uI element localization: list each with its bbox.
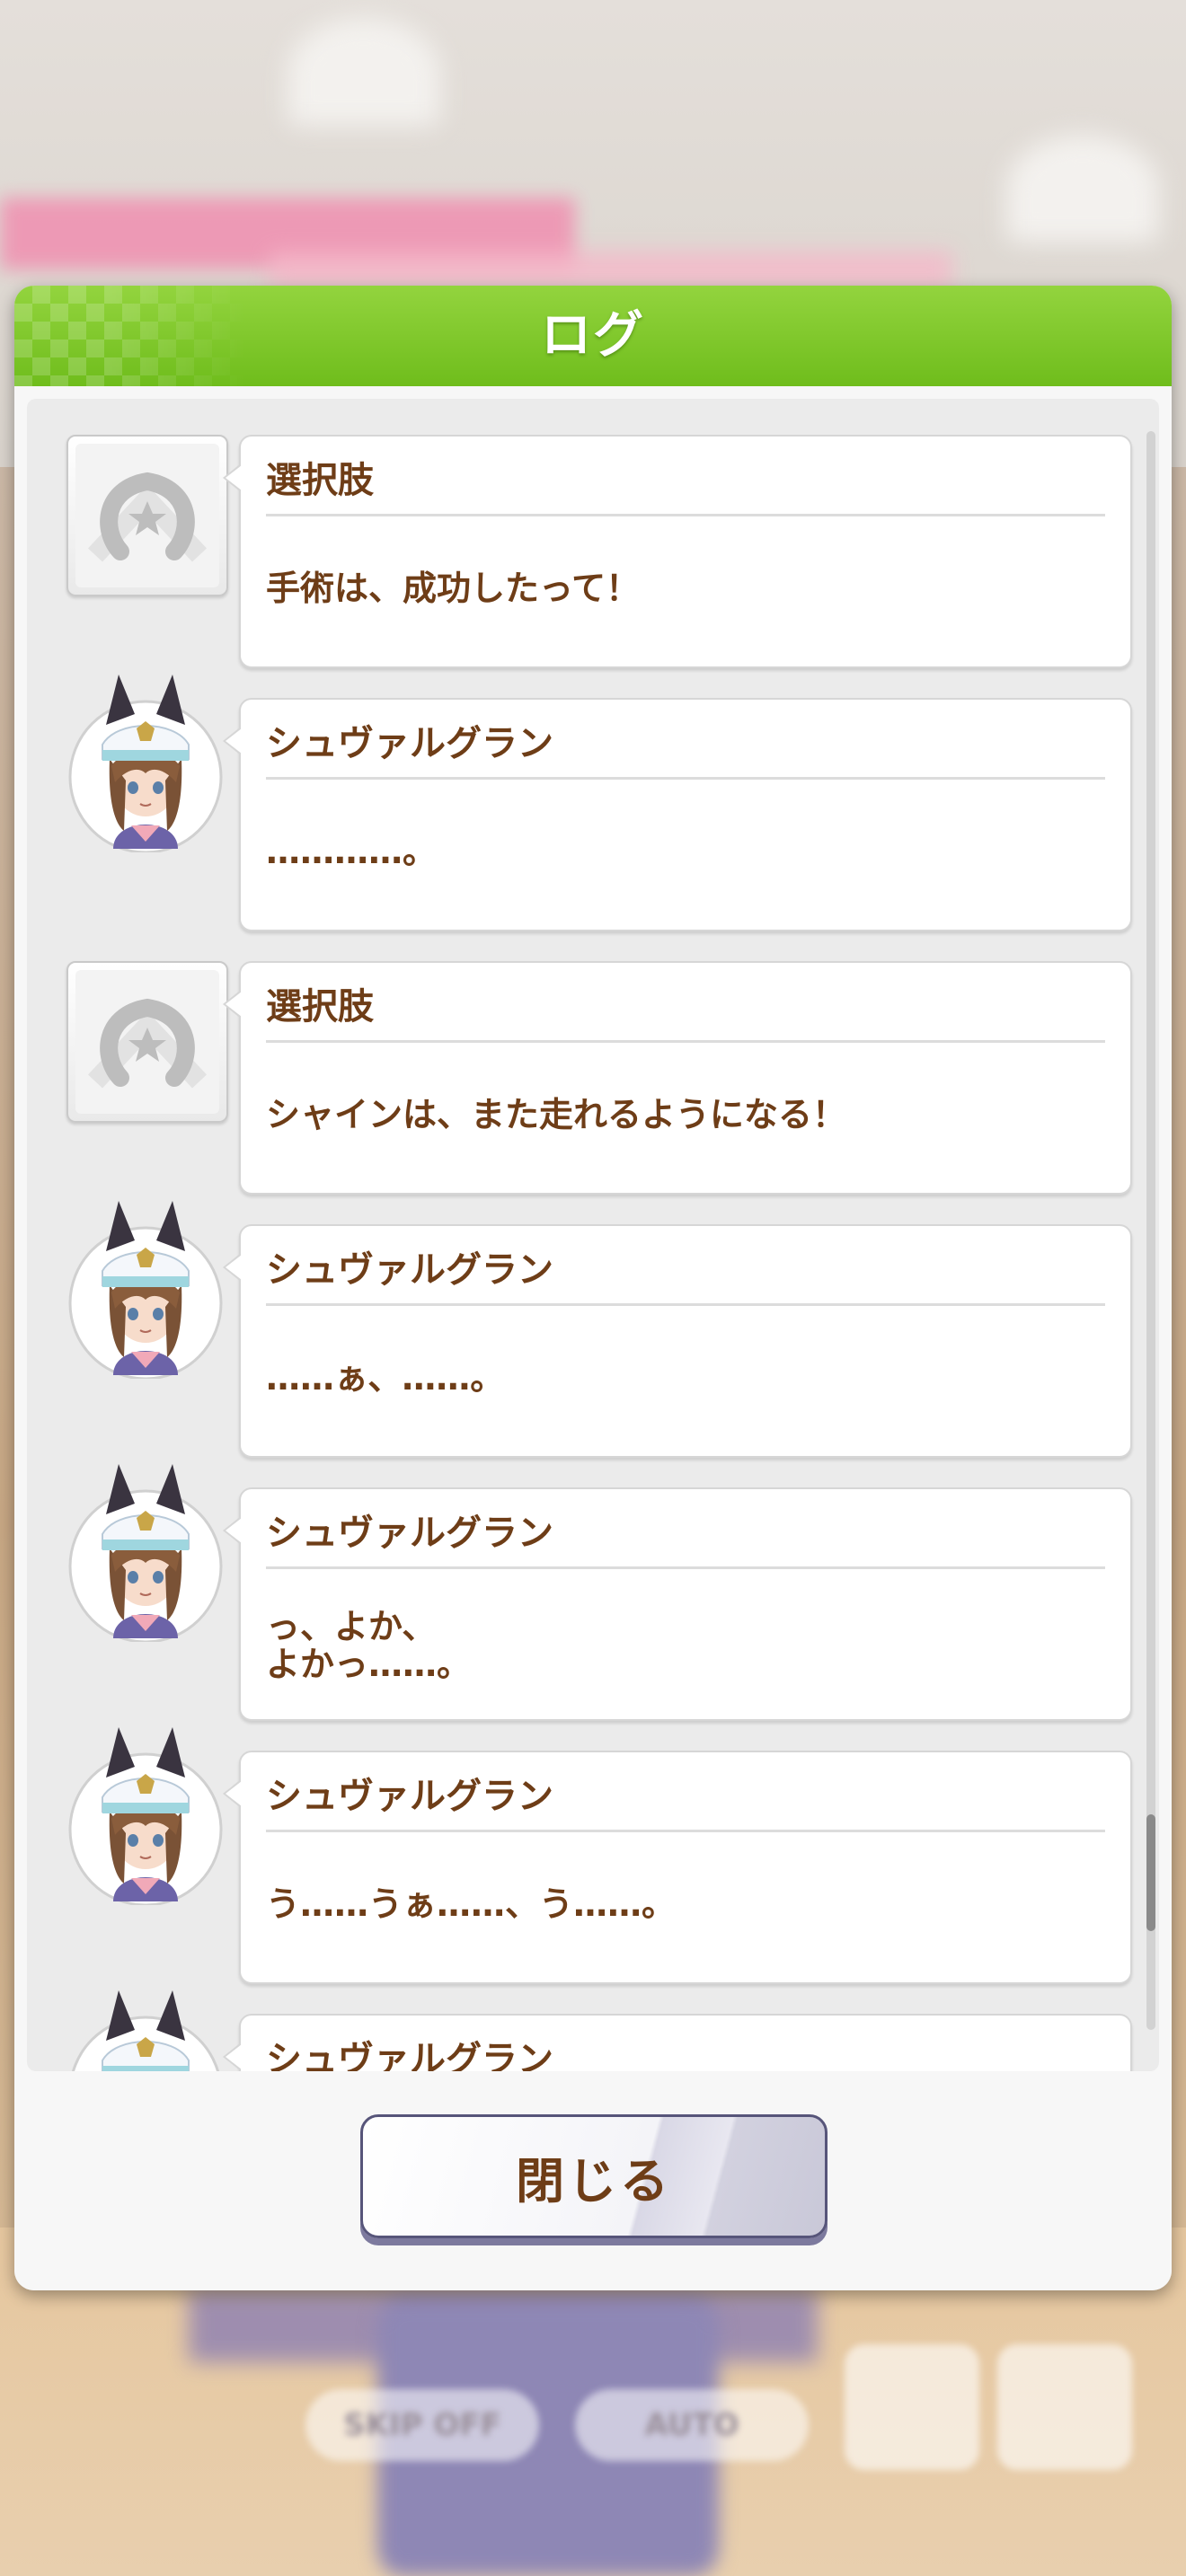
log-entry-dialogue: シュヴァルグランっ、よか、 よかっ……。 (27, 1464, 1141, 1721)
speaker-name: シュヴァルグラン (266, 1513, 553, 1554)
character-portrait-icon (68, 1727, 223, 1905)
log-entry-dialogue: シュヴァルグラン ……ぁ、……。 (27, 1201, 1141, 1458)
divider (266, 777, 1105, 780)
auto-toggle-button: AUTO (575, 2389, 809, 2461)
speaker-name: シュヴァルグラン (266, 723, 553, 764)
skip-toggle-button: SKIP OFF (305, 2389, 539, 2461)
character-avatar (66, 1201, 225, 1382)
character-portrait-icon (68, 1464, 223, 1642)
scrollbar-thumb[interactable] (1146, 1814, 1155, 1931)
ceiling-lamp (288, 18, 440, 126)
log-entry-dialogue: シュヴァルグランう……うぁ……、う……。 (27, 1727, 1141, 1984)
log-scroll-area[interactable]: 選択肢 手術は、成功したって！ シュヴァルグラン…………。 選択肢 シャインは、また… (27, 399, 1159, 2071)
log-entry-choice: 選択肢シャインは、また走れるようになる！ (27, 961, 1141, 1195)
character-portrait-icon (68, 1201, 223, 1379)
scrollbar[interactable] (1146, 431, 1155, 2030)
close-button[interactable]: 閉じる (360, 2114, 828, 2238)
message-text: っ、よか、 よかっ……。 (266, 1607, 472, 1684)
log-entry-dialogue: シュヴァルグラン …………。 (27, 675, 1141, 931)
dialog-footer: 閉じる (14, 2075, 1172, 2290)
divider (266, 1566, 1105, 1569)
character-avatar (66, 1990, 225, 2071)
message-bubble: シュヴァルグランう……うぁ……、う……。 (223, 1751, 1132, 1984)
message-text: ……ぁ、……。 (266, 1358, 505, 1398)
character-avatar (66, 675, 225, 856)
log-entry-dialogue: シュヴァルグラン (27, 1990, 1141, 2071)
divider (266, 514, 1105, 516)
background-banner (270, 251, 952, 287)
divider (266, 1830, 1105, 1832)
speaker-name: シュヴァルグラン (266, 1776, 553, 1817)
message-bubble: シュヴァルグラン ……ぁ、……。 (223, 1224, 1132, 1458)
message-text: …………。 (266, 832, 438, 871)
horseshoe-star-icon (75, 444, 219, 587)
message-text: う……うぁ……、う……。 (266, 1884, 677, 1924)
speaker-name: シュヴァルグラン (266, 2039, 553, 2071)
message-bubble: シュヴァルグラン …………。 (223, 698, 1132, 931)
message-text: 手術は、成功したって！ (266, 569, 641, 608)
menu-button (997, 2344, 1132, 2470)
character-avatar (66, 1727, 225, 1909)
divider (266, 1303, 1105, 1306)
divider (266, 1040, 1105, 1043)
message-bubble: 選択肢手術は、成功したって！ (223, 435, 1132, 668)
dialog-header: ログ (14, 286, 1172, 386)
log-entry-choice: 選択肢手術は、成功したって！ (27, 435, 1141, 668)
ceiling-lamp (1006, 135, 1159, 243)
character-avatar (66, 1464, 225, 1645)
message-bubble: 選択肢シャインは、また走れるようになる！ (223, 961, 1132, 1195)
character-portrait-icon (68, 675, 223, 852)
message-bubble: シュヴァルグラン (223, 2014, 1132, 2071)
message-bubble: シュヴァルグランっ、よか、 よかっ……。 (223, 1487, 1132, 1721)
choice-avatar (66, 435, 228, 596)
dialog-title: ログ (541, 306, 645, 365)
log-menu-button (845, 2344, 979, 2470)
speaker-name: シュヴァルグラン (266, 1249, 553, 1291)
speaker-name: 選択肢 (266, 986, 374, 1028)
horseshoe-star-icon (75, 970, 219, 1114)
log-dialog: ログ 選択肢 手術は、成功したって！ シュヴァルグラン…………。 選択肢 シャインは… (14, 286, 1172, 2290)
character-portrait-icon (71, 1990, 220, 2071)
speaker-name: 選択肢 (266, 460, 374, 501)
choice-avatar (66, 961, 228, 1123)
message-text: シャインは、また走れるようになる！ (266, 1095, 847, 1134)
